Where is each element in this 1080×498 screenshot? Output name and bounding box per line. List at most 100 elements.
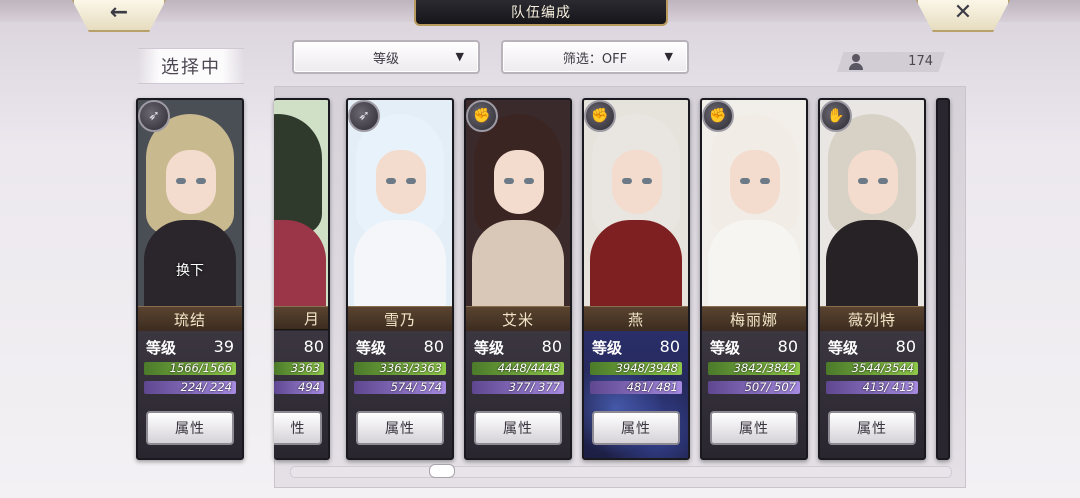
hp-bar: 1566/1566 [144, 361, 236, 375]
chevron-down-icon: ▼ [455, 50, 464, 63]
character-card-clipped[interactable]: 月 80 3363 494 性 [274, 98, 330, 460]
attribute-button[interactable]: 属性 [474, 411, 562, 445]
hp-value: 4448/4448 [497, 361, 560, 375]
character-stats: 等级 39 1566/1566 224/ 224 属性 [138, 331, 242, 458]
sp-bar: 494 [274, 380, 324, 394]
character-stats: 等级 80 3544/3544 413/ 413 属性 [820, 331, 924, 458]
level-value: 80 [895, 337, 916, 356]
character-name: 雪乃 [383, 310, 416, 329]
filter-dropdown-label: 筛选：OFF [562, 51, 628, 67]
character-name-plate: 艾米 [466, 306, 570, 332]
selecting-text: 选择中 [161, 57, 221, 78]
level-value: 80 [541, 337, 562, 356]
sp-value: 224/ 224 [180, 380, 232, 394]
page-title: 队伍编成 [511, 5, 571, 21]
attribute-button-label: 属性 [857, 421, 887, 437]
attribute-button[interactable]: 属性 [146, 411, 234, 445]
level-value: 80 [777, 337, 798, 356]
sort-dropdown[interactable]: 等级 ▼ [292, 40, 480, 74]
character-card-edge[interactable] [936, 98, 950, 460]
character-card[interactable]: ✋ 薇列特 等级 80 3544/3544 413/ 413 属性 [818, 98, 926, 460]
close-button[interactable]: ✕ [916, 0, 1010, 32]
hp-value: 3363 [290, 361, 320, 375]
character-stats: 等级 80 4448/4448 377/ 377 属性 [466, 331, 570, 458]
level-value: 80 [423, 337, 444, 356]
sp-bar: 574/ 574 [354, 380, 446, 394]
attribute-button[interactable]: 性 [274, 411, 322, 445]
level-label: 等级 [592, 339, 623, 357]
unit-count: 174 [908, 54, 933, 69]
character-card[interactable]: ✊ 梅丽娜 等级 80 3842/3842 507/ 507 属性 [700, 98, 808, 460]
attribute-button-label: 属性 [621, 421, 651, 437]
character-name: 薇列特 [847, 310, 896, 329]
hp-value: 3363/3363 [379, 361, 442, 375]
character-name-plate: 月 [274, 306, 328, 330]
character-name: 月 [303, 309, 320, 328]
character-stats: 80 3363 494 性 [274, 331, 328, 458]
gauntlet-icon: ✋ [820, 100, 852, 132]
hp-value: 1566/1566 [169, 361, 232, 375]
level-label: 等级 [710, 339, 741, 357]
character-stats: 等级 80 3948/3948 481/ 481 属性 [584, 331, 688, 458]
roster-scrollbar-thumb[interactable] [429, 464, 455, 478]
level-value: 80 [659, 337, 680, 356]
level-value: 80 [303, 337, 324, 356]
character-name: 琉结 [173, 310, 206, 329]
unit-counter: 174 [837, 52, 945, 72]
character-name-plate: 琉结 [138, 306, 242, 332]
sp-value: 481/ 481 [626, 380, 678, 394]
attribute-button-label: 属性 [175, 421, 205, 437]
character-card[interactable]: ✊ 艾米 等级 80 4448/4448 377/ 377 属性 [464, 98, 572, 460]
back-button[interactable]: ← [72, 0, 166, 32]
character-card[interactable]: ✊ 燕 等级 80 3948/3948 481/ 481 属性 [582, 98, 690, 460]
roster-scrollbar[interactable] [290, 466, 952, 478]
fist-icon: ✊ [466, 100, 498, 132]
level-label: 等级 [146, 339, 177, 357]
hp-bar: 3363/3363 [354, 361, 446, 375]
character-name-plate: 雪乃 [348, 306, 452, 332]
attribute-button[interactable]: 属性 [356, 411, 444, 445]
attribute-button-label: 属性 [503, 421, 533, 437]
character-name: 梅丽娜 [729, 310, 778, 329]
attribute-button[interactable]: 属性 [592, 411, 680, 445]
sp-value: 574/ 574 [390, 380, 442, 394]
hp-bar: 3842/3842 [708, 361, 800, 375]
character-name-plate: 梅丽娜 [702, 306, 806, 332]
character-name-plate: 薇列特 [820, 306, 924, 332]
level-value: 39 [213, 337, 234, 356]
sp-value: 507/ 507 [744, 380, 796, 394]
hp-bar: 4448/4448 [472, 361, 564, 375]
selecting-label: 选择中 [138, 48, 244, 84]
left-arrow-icon: ← [109, 0, 129, 25]
character-name: 艾米 [501, 310, 534, 329]
attribute-button-label: 属性 [739, 421, 769, 437]
bow-icon: ➶ [138, 100, 170, 132]
hp-bar: 3544/3544 [826, 361, 918, 375]
character-stats: 等级 80 3363/3363 574/ 574 属性 [348, 331, 452, 458]
hp-value: 3948/3948 [615, 361, 678, 375]
character-card[interactable]: ➶ 雪乃 等级 80 3363/3363 574/ 574 属性 [346, 98, 454, 460]
swap-label: 换下 [176, 263, 204, 279]
character-name: 燕 [627, 310, 644, 329]
filter-dropdown[interactable]: 筛选：OFF ▼ [501, 40, 689, 74]
sort-dropdown-label: 等级 [372, 51, 399, 67]
level-label: 等级 [828, 339, 859, 357]
chevron-down-icon: ▼ [664, 50, 673, 63]
level-label: 等级 [356, 339, 387, 357]
fist-icon: ✊ [584, 100, 616, 132]
attribute-button[interactable]: 属性 [828, 411, 916, 445]
character-portrait [274, 100, 328, 306]
hp-value: 3544/3544 [851, 361, 914, 375]
sp-bar: 224/ 224 [144, 380, 236, 394]
sp-bar: 413/ 413 [826, 380, 918, 394]
hp-bar: 3363 [274, 361, 324, 375]
bow-icon: ➶ [348, 100, 380, 132]
hp-bar: 3948/3948 [590, 361, 682, 375]
selected-character-card[interactable]: ➶ 换下 琉结 等级 39 1566/1566 224/ 224 属性 [136, 98, 244, 460]
close-x-icon: ✕ [953, 0, 973, 25]
attribute-button-label: 属性 [385, 421, 415, 437]
sp-bar: 507/ 507 [708, 380, 800, 394]
sp-value: 494 [298, 380, 320, 394]
attribute-button[interactable]: 属性 [710, 411, 798, 445]
title-plate: 队伍编成 [414, 0, 668, 26]
